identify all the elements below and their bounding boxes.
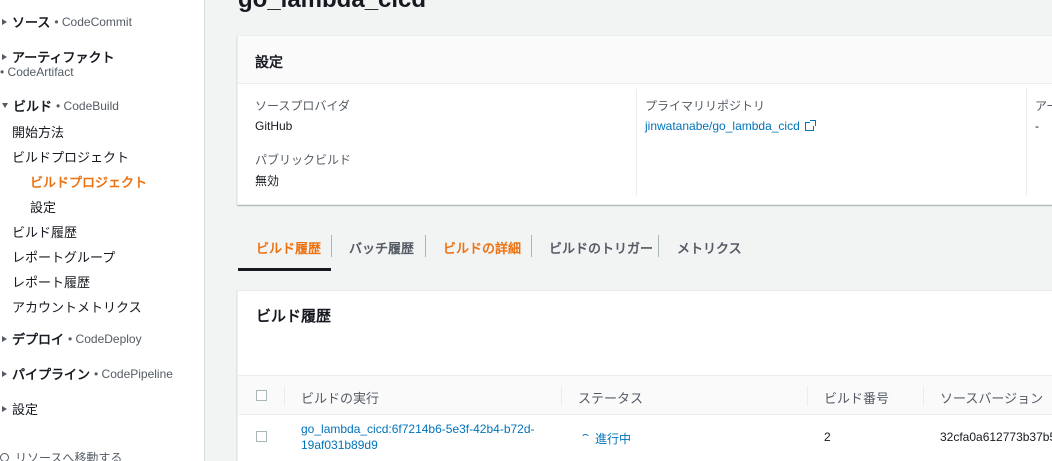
third-column-value: - [1035,119,1039,133]
column-separator [561,386,562,406]
primary-repository-link[interactable]: jinwatanabe/go_lambda_cicd [645,119,816,133]
tab-separator [331,235,332,257]
build-run-link[interactable]: go_lambda_cicd:6f7214b6-5e3f-42b4-b72d- … [301,421,535,453]
sidebar-item-report-groups[interactable]: レポートグループ [12,247,115,266]
active-tab-indicator [238,268,331,271]
sidebar-item-build-history[interactable]: ビルド履歴 [12,222,77,241]
column-header-build-number[interactable]: ビルド番号 [824,388,889,407]
column-header-status[interactable]: ステータス [578,388,643,407]
settings-card-header: 設定 [238,36,1052,84]
sidebar-item-getting-started[interactable]: 開始方法 [12,122,64,141]
detail-tabs: ビルド履歴 バッチ履歴 ビルドの詳細 ビルドのトリガー メトリクス [238,230,1052,271]
page-title: go_lambda_cicd [238,0,426,14]
build-history-card: ビルド履歴 ビルドの実行 ステータス ビルド番号 ソースバージョン go_lam… [237,290,1052,461]
sidebar-section-label: デプロイ [12,332,65,347]
build-run-id-line2: 19af031b89d9 [301,438,378,452]
search-icon [0,453,9,461]
sidebar-section-deploy[interactable]: デプロイ • CodeDeploy [0,329,142,348]
chevron-right-icon [2,335,7,342]
sidebar-section-pipeline[interactable]: パイプライン • CodePipeline [0,364,173,383]
tab-build-triggers[interactable]: ビルドのトリガー [549,230,653,271]
source-provider-label: ソースプロバイダ [255,99,350,113]
build-number: 2 [824,430,831,444]
sidebar-section-service: • CodeBuild [56,98,119,113]
tab-build-history[interactable]: ビルド履歴 [256,230,321,271]
sidebar-section-settings[interactable]: 設定 [0,399,38,418]
column-divider [636,89,637,195]
column-separator [284,386,285,406]
sidebar-section-label: ソース [12,15,51,30]
column-divider [1026,89,1027,195]
source-provider-value: GitHub [255,119,293,133]
column-header-source-version[interactable]: ソースバージョン [940,388,1043,407]
go-to-resource-link[interactable]: リソースへ移動する [0,449,122,461]
sidebar-item-build-projects[interactable]: ビルドプロジェクト [12,147,129,166]
sidebar-item-build-project-active[interactable]: ビルドプロジェクト [30,172,147,191]
build-status: 進行中 [581,430,631,447]
chevron-down-icon [2,103,8,108]
select-all-checkbox[interactable] [256,390,267,401]
build-history-title: ビルド履歴 [256,308,332,325]
build-status-text: 進行中 [595,432,632,446]
chevron-right-icon [2,405,7,412]
sidebar-section-service: • CodeCommit [54,14,132,29]
sidebar-section-label: 設定 [12,402,39,417]
table-header: ビルドの実行 ステータス ビルド番号 ソースバージョン [238,375,1052,415]
row-checkbox[interactable] [256,431,267,442]
sidebar-item-account-metrics[interactable]: アカウントメトリクス [12,297,142,316]
public-build-value: 無効 [255,174,280,188]
go-to-resource-label: リソースへ移動する [15,451,123,461]
sidebar-section-label: ビルド [13,99,53,114]
chevron-right-icon [2,53,7,60]
sidebar-section-artifact[interactable]: アーティファクト [0,47,114,66]
tab-build-details[interactable]: ビルドの詳細 [443,230,521,271]
settings-card: 設定 ソースプロバイダ GitHub パブリックビルド 無効 プライマリリポジト… [237,35,1052,205]
sidebar: ソース • CodeCommit アーティファクト • CodeArtifact… [0,0,205,461]
tab-separator [425,235,426,257]
column-separator [807,386,808,406]
sidebar-section-label: アーティファクト [12,50,115,65]
sidebar-item-report-history[interactable]: レポート履歴 [12,272,90,291]
sidebar-item-project-settings[interactable]: 設定 [30,197,56,216]
tab-metrics[interactable]: メトリクス [677,230,742,271]
sidebar-section-build[interactable]: ビルド • CodeBuild [0,96,119,115]
sidebar-section-service: • CodeArtifact [0,65,74,79]
chevron-right-icon [2,370,7,377]
tab-separator [531,235,532,257]
sidebar-section-label: パイプライン [12,367,91,382]
tab-separator [658,235,659,257]
column-header-build-run[interactable]: ビルドの実行 [301,388,379,407]
third-column-label: アー [1035,99,1052,113]
chevron-right-icon [2,18,7,25]
source-version: 32cfa0a612773b37b5 [940,430,1052,444]
loading-spinner-icon [581,434,590,443]
public-build-label: パブリックビルド [255,153,352,167]
sidebar-section-source[interactable]: ソース • CodeCommit [0,12,132,31]
build-run-id-line1: go_lambda_cicd:6f7214b6-5e3f-42b4-b72d- [301,422,535,436]
sidebar-section-service: • CodeDeploy [68,331,142,346]
column-separator [923,386,924,406]
sidebar-section-service: • CodePipeline [94,366,173,381]
primary-repository-label: プライマリリポジトリ [645,99,766,113]
tab-batch-history[interactable]: バッチ履歴 [349,230,414,271]
external-link-icon [804,119,816,131]
primary-repository-value: jinwatanabe/go_lambda_cicd [645,119,800,133]
